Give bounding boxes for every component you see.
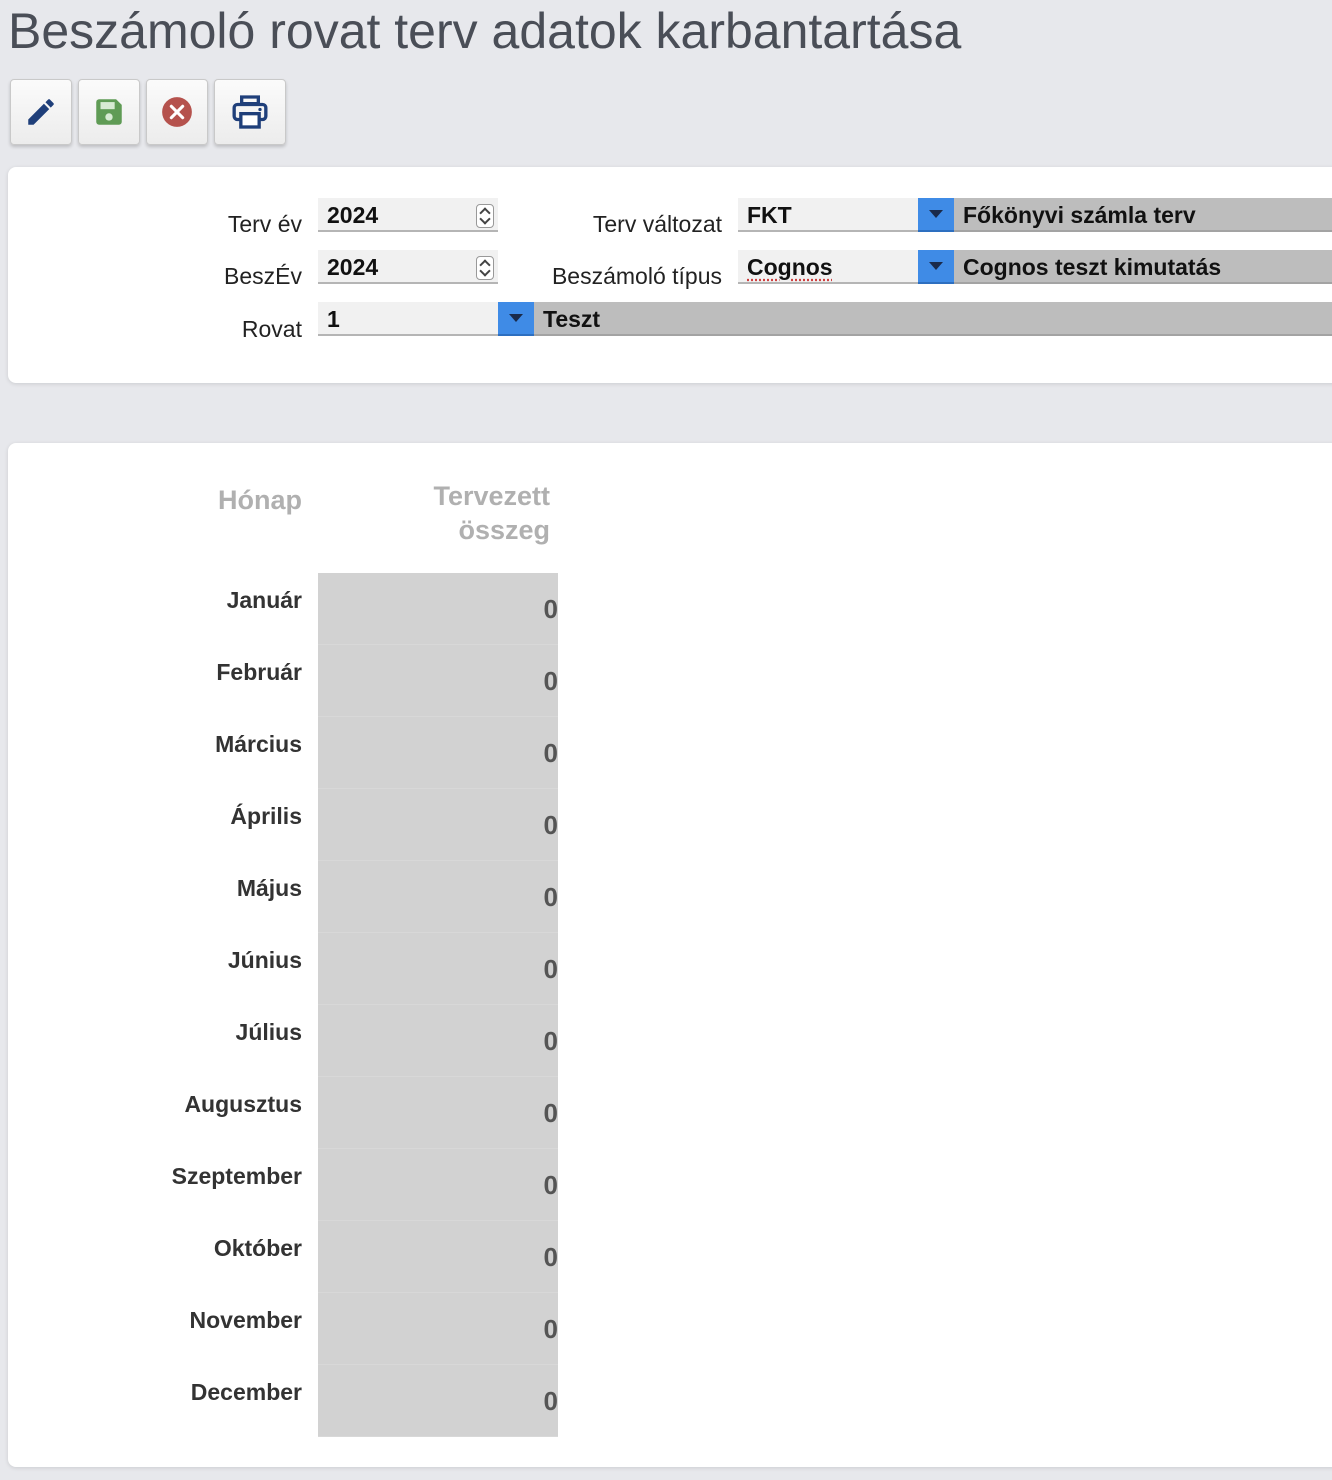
beszamolo-tipus-label: Beszámoló típus: [551, 263, 722, 289]
monthly-plan-table: Hónap Tervezett összeg Január 0 Február 0 Má…: [8, 443, 1332, 1467]
amount-input[interactable]: 0: [318, 861, 558, 933]
cancel-button[interactable]: [146, 79, 208, 145]
besz-ev-stepper[interactable]: [476, 256, 494, 280]
amount-column-header: Tervezett összeg: [433, 479, 550, 547]
beszamolo-tipus-description: Cognos teszt kimutatás: [954, 250, 1332, 284]
month-label: Április: [230, 803, 302, 829]
save-icon: [96, 99, 122, 125]
print-button[interactable]: [214, 79, 286, 145]
rovat-dropdown-button[interactable]: [498, 302, 534, 336]
month-label: Január: [226, 587, 302, 613]
page-title: Beszámoló rovat terv adatok karbantartás…: [8, 3, 962, 59]
amount-input[interactable]: 0: [318, 1149, 558, 1221]
beszamolo-tipus-code: Cognos: [747, 254, 833, 280]
month-label: Július: [235, 1019, 302, 1045]
amount-input[interactable]: 0: [318, 1293, 558, 1365]
besz-ev-input[interactable]: 2024: [318, 250, 498, 284]
month-column-header: Hónap: [218, 485, 302, 515]
amount-input[interactable]: 0: [318, 717, 558, 789]
beszamolo-tipus-dropdown-button[interactable]: [918, 250, 954, 284]
toolbar: [10, 79, 286, 145]
terv-valtozat-description: Főkönyvi számla terv: [954, 198, 1332, 232]
amount-input[interactable]: 0: [318, 933, 558, 1005]
terv-valtozat-label: Terv változat: [592, 211, 722, 237]
cancel-icon: [162, 97, 192, 127]
amount-header-line2: összeg: [458, 515, 550, 545]
besz-ev-value: 2024: [327, 254, 379, 280]
month-label: Május: [236, 875, 302, 901]
month-label: December: [190, 1379, 302, 1405]
terv-valtozat-dropdown-button[interactable]: [918, 198, 954, 232]
edit-button[interactable]: [10, 79, 72, 145]
amount-input[interactable]: 0: [318, 1077, 558, 1149]
save-button[interactable]: [78, 79, 140, 145]
month-label: Március: [215, 731, 302, 757]
amount-header-line1: Tervezett: [433, 481, 550, 511]
amount-input[interactable]: 0: [318, 1221, 558, 1293]
amount-input[interactable]: 0: [318, 1365, 558, 1437]
terv-ev-stepper[interactable]: [476, 204, 494, 228]
terv-valtozat-code-field[interactable]: FKT: [738, 198, 918, 232]
month-label: Június: [227, 947, 302, 973]
terv-ev-label: Terv év: [227, 211, 302, 237]
terv-ev-input[interactable]: 2024: [318, 198, 498, 232]
amount-input[interactable]: 0: [318, 645, 558, 717]
printer-icon: [232, 95, 268, 129]
terv-ev-value: 2024: [327, 202, 379, 228]
beszamolo-tipus-code-field[interactable]: Cognos: [738, 250, 918, 284]
month-label: Február: [216, 659, 302, 685]
amount-input[interactable]: 0: [318, 789, 558, 861]
rovat-code-field[interactable]: 1: [318, 302, 498, 336]
rovat-description: Teszt: [534, 302, 1332, 336]
month-label: November: [189, 1307, 302, 1333]
rovat-label: Rovat: [241, 316, 302, 342]
pencil-icon: [28, 99, 54, 125]
amount-input[interactable]: 0: [318, 1005, 558, 1077]
month-label: Szeptember: [171, 1163, 302, 1189]
filter-panel: Terv év 2024 BeszÉv 2024 Rovat 1 Teszt T…: [8, 167, 1332, 383]
amount-input[interactable]: 0: [318, 573, 558, 645]
month-label: Augusztus: [184, 1091, 302, 1117]
month-label: Október: [213, 1235, 302, 1261]
besz-ev-label: BeszÉv: [224, 263, 302, 289]
